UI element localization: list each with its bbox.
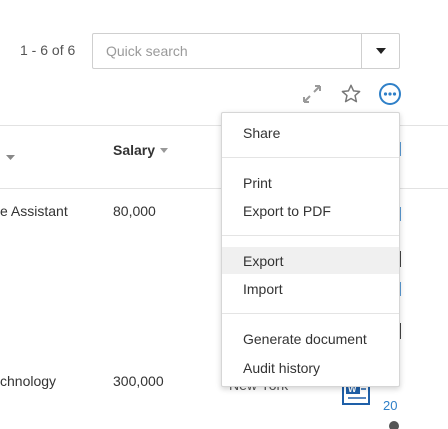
menu-item-label: Generate document [243,330,367,347]
table-cell-title: chnology [0,373,57,389]
menu-item-label: Audit history [243,359,321,376]
page: 1 - 6 of 6 Salary e [0,0,448,429]
search-input[interactable] [93,34,361,68]
star-icon[interactable] [339,82,363,106]
menu-item-share[interactable]: Share [222,119,399,146]
menu-divider [222,313,399,314]
table-cell-salary: 300,000 [113,373,164,389]
menu-item-export-to-pdf[interactable]: Export to PDF [222,197,399,224]
status-dot [389,421,399,429]
menu-item-export[interactable]: Export [222,247,399,274]
column-header-salary[interactable]: Salary [113,142,169,158]
menu-item-import[interactable]: Import [222,275,399,302]
table-cell-salary: 80,000 [113,203,156,219]
menu-item-print[interactable]: Print [222,169,399,196]
menu-item-generate-document[interactable]: Generate document [222,325,399,352]
quick-search[interactable] [92,33,400,69]
menu-item-label: Export [243,252,284,269]
menu-divider [222,157,399,158]
sort-caret-icon[interactable] [6,147,15,165]
menu-item-label: Import [243,280,283,297]
table-cell-title: e Assistant [0,203,68,219]
menu-item-audit-history[interactable]: Audit history [222,354,399,381]
menu-item-label: Share [243,124,281,141]
file-date-partial: 20 [383,398,398,413]
menu-divider [222,235,399,236]
more-options-menu: Share Print Export to PDF Export Import … [221,112,400,387]
expand-icon[interactable] [300,82,324,106]
pager-range: 1 - 6 of 6 [20,42,76,58]
menu-item-label: Print [243,174,272,191]
menu-item-label: Export to PDF [243,202,331,219]
more-options-icon[interactable] [378,82,402,106]
search-dropdown-button[interactable] [361,34,399,68]
caret-down-icon [375,48,386,54]
sort-caret-icon [160,147,169,153]
column-header-label: Salary [113,142,156,158]
